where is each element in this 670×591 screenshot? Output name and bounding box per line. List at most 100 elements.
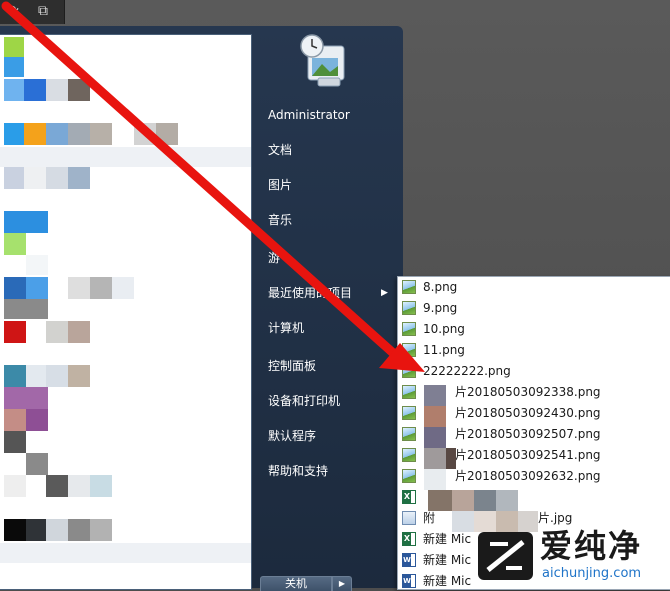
image-file-icon	[402, 448, 416, 462]
program-tile	[68, 321, 90, 343]
file-name-suffix: 片.jpg	[538, 511, 573, 525]
file-name: 11.png	[423, 343, 465, 357]
redaction-block	[474, 490, 496, 511]
redaction-block	[424, 469, 446, 490]
redaction-block	[452, 490, 474, 511]
program-tile	[4, 475, 26, 497]
start-item-recent-label: 最近使用的项目	[268, 286, 353, 300]
program-tile	[26, 409, 48, 431]
program-tile	[156, 123, 178, 145]
program-tile	[4, 409, 26, 431]
program-tile	[46, 321, 68, 343]
program-tile[interactable]	[4, 79, 24, 101]
program-tile[interactable]	[4, 431, 26, 453]
file-name: 10.png	[423, 322, 465, 336]
program-tile	[26, 453, 48, 475]
program-tile	[26, 277, 48, 299]
program-tile	[68, 519, 90, 541]
file-name: 9.png	[423, 301, 458, 315]
program-tile[interactable]	[4, 387, 48, 409]
image-file-icon	[402, 406, 416, 420]
program-tile	[46, 519, 68, 541]
start-menu-right-pane: Administrator 文档 图片 音乐 游 最近使用的项目 ▶ 计算机 控…	[256, 26, 403, 591]
program-tile	[68, 365, 90, 387]
program-tile	[112, 277, 134, 299]
shutdown-button[interactable]: 关机	[260, 576, 332, 591]
program-tile	[24, 167, 46, 189]
program-tile	[46, 167, 68, 189]
recent-file-item[interactable]: 11.png	[398, 340, 670, 361]
start-item-help[interactable]: 帮助和支持	[268, 462, 328, 480]
image-doc-icon	[402, 511, 416, 525]
program-tile	[26, 255, 48, 275]
file-name: 新建 Mic	[423, 532, 472, 546]
redaction-block	[452, 511, 474, 532]
program-tile[interactable]	[4, 37, 24, 57]
separator-band	[0, 147, 251, 167]
program-tile	[46, 475, 68, 497]
file-name: 片20180503092632.png	[455, 469, 601, 483]
program-tile	[24, 123, 46, 145]
watermark: 爱纯净 aichunjing.com	[472, 526, 670, 588]
watermark-url: aichunjing.com	[542, 566, 642, 581]
image-file-icon	[402, 280, 416, 294]
user-picture-icon[interactable]	[294, 32, 354, 92]
recent-file-item[interactable]: 8.png	[398, 277, 670, 298]
start-item-music[interactable]: 音乐	[268, 211, 292, 229]
word-file-icon	[402, 553, 416, 567]
start-item-default-programs[interactable]: 默认程序	[268, 427, 316, 445]
watermark-logo-icon	[478, 532, 533, 580]
program-tile[interactable]	[4, 321, 26, 343]
program-tile	[68, 277, 90, 299]
program-tile[interactable]	[4, 123, 24, 145]
start-item-documents[interactable]: 文档	[268, 141, 292, 159]
program-tile	[4, 167, 24, 189]
image-file-icon	[402, 364, 416, 378]
start-menu: Administrator 文档 图片 音乐 游 最近使用的项目 ▶ 计算机 控…	[0, 26, 403, 591]
program-tile	[68, 475, 90, 497]
shutdown-options-button[interactable]: ▶	[332, 576, 352, 591]
recent-file-item[interactable]: 22222222.png	[398, 361, 670, 382]
recent-file-item[interactable]: 10.png	[398, 319, 670, 340]
program-tile[interactable]	[24, 79, 46, 101]
image-file-icon	[402, 427, 416, 441]
image-file-icon	[402, 385, 416, 399]
recent-file-item[interactable]: 9.png	[398, 298, 670, 319]
refresh-icon[interactable]: ⟳	[4, 3, 22, 19]
toolbar-strip: ⟳ ⧉	[0, 0, 65, 24]
program-tile[interactable]	[4, 365, 26, 387]
separator-band	[0, 543, 251, 563]
image-file-icon	[402, 322, 416, 336]
word-file-icon	[402, 574, 416, 588]
program-tile	[68, 123, 90, 145]
start-item-computer[interactable]: 计算机	[268, 319, 304, 337]
start-item-pictures[interactable]: 图片	[268, 176, 292, 194]
excel-file-icon	[402, 532, 416, 546]
start-item-recent[interactable]: 最近使用的项目 ▶	[268, 284, 388, 302]
program-tile[interactable]	[4, 57, 24, 77]
redaction-block	[424, 448, 446, 469]
excel-file-icon	[402, 490, 416, 504]
start-item-control-panel[interactable]: 控制面板	[268, 357, 316, 375]
file-name: 附	[423, 511, 436, 525]
file-name: 片20180503092507.png	[455, 427, 601, 441]
program-tile	[90, 475, 112, 497]
start-item-games[interactable]: 游	[268, 249, 280, 267]
image-file-icon	[402, 301, 416, 315]
program-tile[interactable]	[4, 233, 26, 255]
program-tile	[46, 79, 68, 101]
redaction-block	[428, 490, 452, 511]
start-item-user[interactable]: Administrator	[268, 106, 350, 124]
program-tile[interactable]	[4, 277, 26, 299]
program-tile[interactable]	[4, 519, 26, 541]
program-tile	[90, 519, 112, 541]
image-file-icon	[402, 343, 416, 357]
program-tile	[90, 277, 112, 299]
image-file-icon	[402, 469, 416, 483]
start-item-devices[interactable]: 设备和打印机	[268, 392, 340, 410]
file-name: 片20180503092338.png	[455, 385, 601, 399]
program-tile[interactable]	[4, 211, 48, 233]
program-tile	[26, 365, 48, 387]
watermark-title: 爱纯净	[540, 527, 643, 565]
resize-icon[interactable]: ⧉	[34, 3, 52, 19]
